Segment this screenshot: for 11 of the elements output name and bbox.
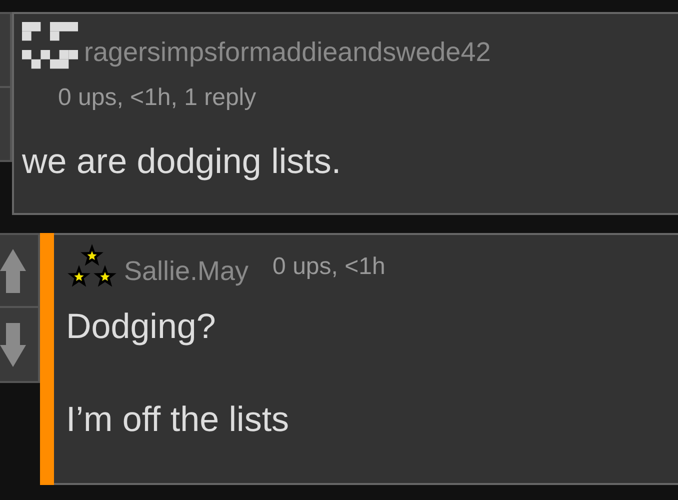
up-arrow-icon xyxy=(0,248,26,292)
comment-text: Dodging? xyxy=(66,309,217,344)
comment-meta: 0 ups, <1h xyxy=(272,255,386,282)
comment-text: I’m off the lists xyxy=(66,402,290,437)
comment-meta: 0 ups, <1h, 1 reply xyxy=(57,83,258,110)
down-arrow-icon xyxy=(0,322,26,366)
upvote-button[interactable] xyxy=(0,233,40,308)
username-link[interactable]: ragersimpsformaddieandswede42 xyxy=(84,39,491,78)
downvote-button[interactable] xyxy=(0,308,40,383)
username-link[interactable]: Sallie.May xyxy=(124,258,249,291)
comment-text: we are dodging lists. xyxy=(22,144,342,179)
